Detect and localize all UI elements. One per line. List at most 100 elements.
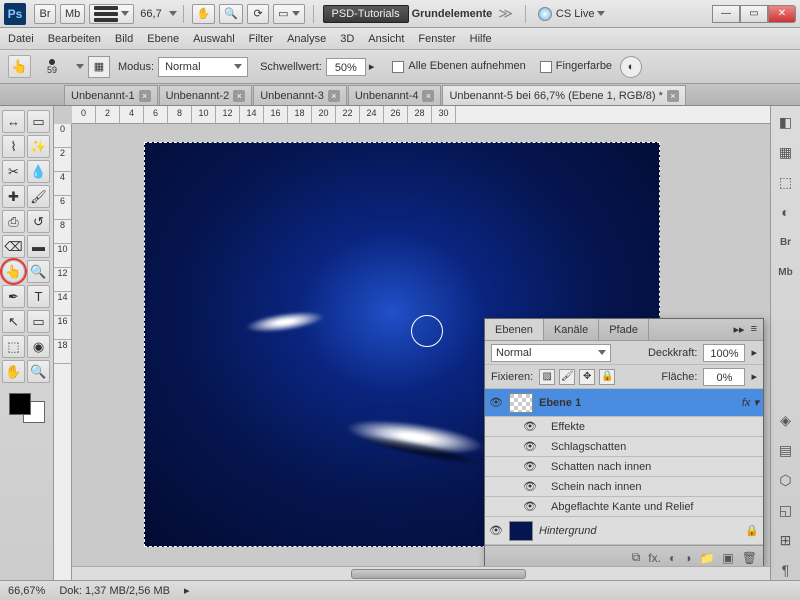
tab-unbenannt-3[interactable]: Unbenannt-3× [253, 85, 347, 105]
screen-mode-button[interactable]: ▭ [273, 4, 304, 24]
brush-panel-toggle[interactable]: ▦ [88, 56, 110, 78]
effect-schlagschatten[interactable]: 👁Schlagschatten [485, 437, 763, 457]
dodge-tool[interactable]: 🔍 [27, 260, 50, 283]
move-tool[interactable]: ↔ [2, 110, 25, 133]
history-panel-icon[interactable]: ◈ [776, 410, 796, 430]
panel-collapse-icon[interactable]: ▸▸ [734, 323, 745, 336]
layer-effects-header[interactable]: 👁Effekte [485, 417, 763, 437]
arrange-button[interactable] [89, 4, 134, 24]
menu-auswahl[interactable]: Auswahl [193, 33, 235, 45]
healing-tool[interactable]: ✚ [2, 185, 25, 208]
close-icon[interactable]: × [667, 90, 679, 102]
lasso-tool[interactable]: ⌇ [2, 135, 25, 158]
smudge-tool[interactable]: 👆 [2, 260, 25, 283]
tab-layers[interactable]: Ebenen [485, 319, 544, 340]
tab-paths[interactable]: Pfade [599, 319, 649, 340]
scrollbar-thumb[interactable] [351, 569, 526, 579]
layer-ebene-1[interactable]: 👁 Ebene 1 fx ▾ [485, 389, 763, 417]
menu-bild[interactable]: Bild [115, 33, 133, 45]
tab-unbenannt-2[interactable]: Unbenannt-2× [159, 85, 253, 105]
all-layers-checkbox[interactable]: Alle Ebenen aufnehmen [392, 60, 525, 72]
3d-camera-tool[interactable]: ◉ [27, 335, 50, 358]
gradient-tool[interactable]: ▬ [27, 235, 50, 258]
close-icon[interactable]: × [139, 90, 151, 102]
hand-tool[interactable]: ✋ [2, 360, 25, 383]
lock-all-button[interactable]: 🔒 [599, 369, 615, 385]
status-doc-size[interactable]: Dok: 1,37 MB/2,56 MB [59, 585, 170, 597]
brush-tool[interactable]: 🖌 [27, 185, 50, 208]
styles-panel-icon[interactable]: ⬚ [776, 172, 796, 192]
eyedropper-tool[interactable]: 💧 [27, 160, 50, 183]
visibility-icon[interactable]: 👁 [523, 440, 537, 453]
zoom-button[interactable]: 🔍 [219, 4, 243, 24]
shape-tool[interactable]: ▭ [27, 310, 50, 333]
ruler-vertical[interactable]: 024681012141618 [54, 124, 72, 580]
horizontal-scrollbar[interactable] [72, 566, 770, 580]
modus-select[interactable]: Normal [158, 57, 248, 77]
workspace-more-icon[interactable]: ≫ [498, 5, 513, 22]
menu-hilfe[interactable]: Hilfe [470, 33, 492, 45]
menu-fenster[interactable]: Fenster [418, 33, 455, 45]
visibility-icon[interactable]: 👁 [523, 480, 537, 493]
status-zoom[interactable]: 66,67% [8, 585, 45, 597]
color-panel-icon[interactable]: ◧ [776, 112, 796, 132]
layer-style-icon[interactable]: fx. [648, 551, 661, 565]
visibility-icon[interactable]: 👁 [489, 524, 503, 537]
fill-input[interactable]: 0% [703, 368, 745, 386]
visibility-icon[interactable]: 👁 [523, 460, 537, 473]
wand-tool[interactable]: ✨ [27, 135, 50, 158]
rotate-view-button[interactable]: ⟳ [247, 4, 269, 24]
menu-ansicht[interactable]: Ansicht [368, 33, 404, 45]
layer-name[interactable]: Hintergrund [539, 525, 596, 537]
schwellwert-picker-icon[interactable]: ▸ [369, 60, 375, 73]
close-icon[interactable]: × [422, 90, 434, 102]
fill-slider-icon[interactable]: ▸ [751, 370, 757, 383]
lock-position-button[interactable]: ✥ [579, 369, 595, 385]
foreground-color-swatch[interactable] [9, 393, 31, 415]
actions-panel-icon[interactable]: ▤ [776, 440, 796, 460]
layer-group-icon[interactable]: 📁 [699, 551, 714, 565]
opacity-input[interactable]: 100% [703, 344, 745, 362]
bridge-button[interactable]: Br [34, 4, 56, 24]
close-button[interactable]: ✕ [768, 5, 796, 23]
opacity-slider-icon[interactable]: ▸ [751, 346, 757, 359]
tablet-pressure-icon[interactable]: ◐ [620, 56, 642, 78]
zoom-tool[interactable]: 🔍 [27, 360, 50, 383]
paragraph-panel-icon[interactable]: ¶ [776, 560, 796, 580]
brush-preset-picker[interactable]: 59 [37, 55, 67, 79]
3d-tool[interactable]: ⬚ [2, 335, 25, 358]
history-brush-tool[interactable]: ↺ [27, 210, 50, 233]
close-icon[interactable]: × [328, 90, 340, 102]
layer-mask-icon[interactable]: ◐ [669, 551, 676, 565]
tab-unbenannt-4[interactable]: Unbenannt-4× [348, 85, 442, 105]
type-tool[interactable]: T [27, 285, 50, 308]
layer-thumbnail[interactable] [509, 521, 533, 541]
lock-transparency-button[interactable]: ▨ [539, 369, 555, 385]
channels-panel-icon[interactable]: ⊞ [776, 530, 796, 550]
effect-schatten-innen[interactable]: 👁Schatten nach innen [485, 457, 763, 477]
adjustment-layer-icon[interactable]: ◑ [684, 551, 691, 565]
fx-badge[interactable]: fx ▾ [742, 396, 759, 409]
visibility-icon[interactable]: 👁 [523, 500, 537, 513]
menu-filter[interactable]: Filter [249, 33, 273, 45]
menu-analyse[interactable]: Analyse [287, 33, 326, 45]
br-panel-icon[interactable]: Br [776, 232, 796, 252]
workspace-grund[interactable]: Grundelemente [412, 8, 493, 20]
current-tool-icon[interactable]: 👆 [8, 55, 31, 78]
mb-panel-icon[interactable]: Mb [776, 262, 796, 282]
lock-pixels-button[interactable]: 🖌 [559, 369, 575, 385]
status-menu-icon[interactable]: ▸ [184, 584, 190, 597]
adjustments-panel-icon[interactable]: ◐ [776, 202, 796, 222]
close-icon[interactable]: × [233, 90, 245, 102]
minibridge-button[interactable]: Mb [60, 4, 85, 24]
swatches-panel-icon[interactable]: ▦ [776, 142, 796, 162]
tab-channels[interactable]: Kanäle [544, 319, 599, 340]
schwellwert-input[interactable]: 50% [326, 58, 366, 76]
blend-mode-select[interactable]: Normal [491, 344, 611, 362]
effect-schein-innen[interactable]: 👁Schein nach innen [485, 477, 763, 497]
workspace-psdtut[interactable]: PSD-Tutorials [323, 5, 409, 23]
eraser-tool[interactable]: ⌫ [2, 235, 25, 258]
tab-unbenannt-5[interactable]: Unbenannt-5 bei 66,7% (Ebene 1, RGB/8) *… [442, 85, 685, 105]
brush-dropdown-icon[interactable] [76, 64, 84, 69]
zoom-value[interactable]: 66,7 [140, 8, 161, 20]
